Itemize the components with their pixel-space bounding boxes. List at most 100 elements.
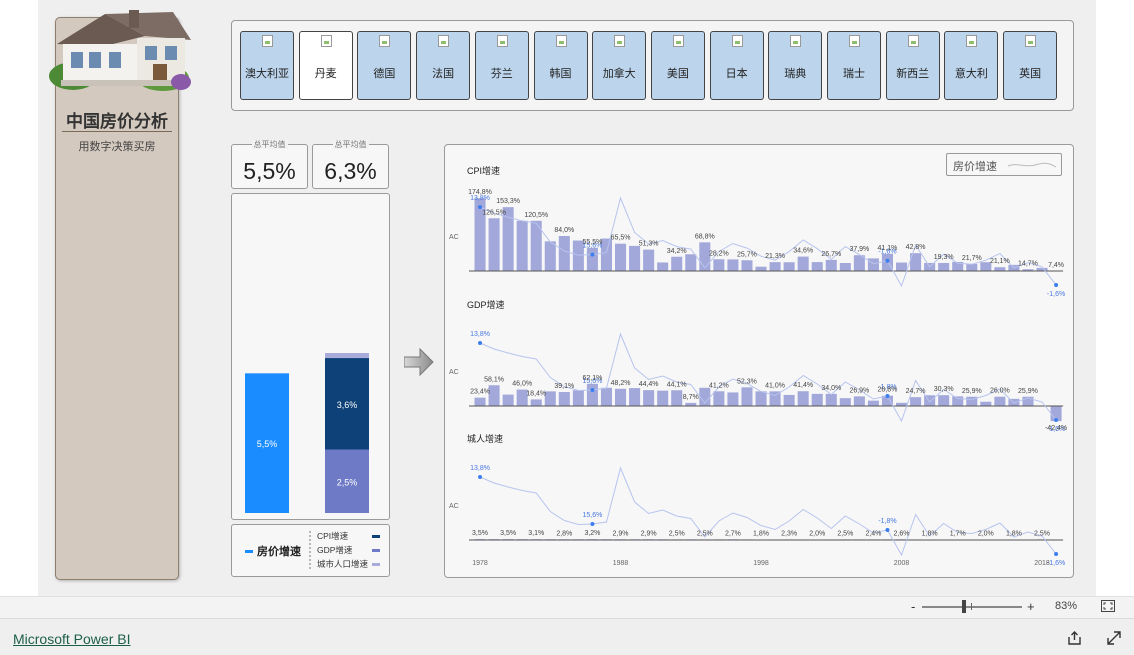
bar[interactable]	[769, 262, 781, 271]
country-button[interactable]: 澳大利亚	[240, 31, 294, 100]
country-button[interactable]: 英国	[1003, 31, 1058, 100]
bar[interactable]	[558, 236, 570, 271]
bar[interactable]	[713, 259, 725, 271]
country-button[interactable]: 法国	[416, 31, 471, 100]
line-point[interactable]	[1054, 418, 1059, 422]
house-price-line-legend[interactable]: 房价增速	[946, 153, 1062, 176]
bar[interactable]	[615, 388, 627, 406]
bar[interactable]	[896, 262, 908, 271]
line-point[interactable]	[478, 475, 483, 479]
bar[interactable]	[839, 263, 851, 271]
bar[interactable]	[600, 238, 612, 272]
bar[interactable]	[994, 267, 1006, 271]
bar[interactable]	[811, 393, 823, 406]
powerbi-link[interactable]: Microsoft Power BI	[13, 631, 130, 647]
country-button[interactable]: 芬兰	[474, 31, 529, 100]
bar[interactable]	[867, 258, 879, 271]
country-label: 法国	[432, 68, 455, 80]
bar[interactable]	[643, 390, 655, 406]
country-button[interactable]: 日本	[709, 31, 764, 100]
bar[interactable]	[980, 401, 992, 406]
share-icon[interactable]	[1066, 629, 1084, 647]
bar-label: 174,8%	[468, 189, 492, 196]
bar[interactable]	[966, 263, 978, 271]
country-label: 韩国	[549, 68, 572, 80]
bar[interactable]	[530, 399, 542, 406]
bar[interactable]	[783, 262, 795, 271]
country-button[interactable]: 韩国	[533, 31, 588, 100]
bar[interactable]	[741, 387, 753, 406]
zoom-in-button[interactable]: +	[1027, 599, 1035, 614]
country-button[interactable]: 瑞典	[768, 31, 823, 100]
expand-icon[interactable]	[1105, 629, 1123, 647]
line-point[interactable]	[590, 252, 595, 257]
bar[interactable]	[713, 391, 725, 406]
bar[interactable]	[572, 390, 584, 406]
bar[interactable]	[797, 391, 809, 406]
country-button[interactable]: 美国	[650, 31, 705, 100]
bar[interactable]	[811, 262, 823, 271]
country-button[interactable]: 丹麦	[298, 31, 353, 100]
line-point[interactable]	[885, 394, 890, 398]
bar[interactable]	[657, 390, 669, 406]
bar[interactable]	[600, 387, 612, 406]
country-button[interactable]: 新西兰	[885, 31, 940, 100]
fit-to-page-icon[interactable]	[1101, 600, 1115, 612]
zoom-out-button[interactable]: -	[911, 599, 915, 614]
bar[interactable]	[994, 396, 1006, 406]
bar[interactable]	[544, 391, 556, 406]
zoom-slider[interactable]	[922, 606, 1022, 608]
country-button[interactable]: 加拿大	[592, 31, 647, 100]
bar[interactable]	[685, 254, 697, 271]
kpi-card-house-price: 总平均值 5,5%	[231, 140, 308, 189]
bar[interactable]	[755, 391, 767, 406]
broken-image-icon	[1025, 35, 1037, 47]
line-point[interactable]	[885, 258, 890, 263]
bar[interactable]	[657, 262, 669, 271]
bar[interactable]	[615, 243, 627, 271]
bar[interactable]	[643, 249, 655, 271]
bar[interactable]	[629, 245, 641, 271]
bar[interactable]	[516, 220, 528, 271]
bar[interactable]	[755, 266, 767, 271]
bar[interactable]	[741, 260, 753, 271]
country-button[interactable]: 意大利	[944, 31, 999, 100]
bar[interactable]	[629, 388, 641, 406]
bar[interactable]	[544, 241, 556, 271]
line-point[interactable]	[885, 528, 890, 532]
line-point[interactable]	[1054, 552, 1059, 556]
bar[interactable]	[671, 390, 683, 406]
zoom-slider-thumb[interactable]	[962, 600, 966, 613]
bar-segment-urban[interactable]	[325, 353, 369, 359]
bar[interactable]	[867, 400, 879, 406]
bar[interactable]	[853, 396, 865, 406]
bar[interactable]	[727, 259, 739, 271]
bar[interactable]	[474, 397, 486, 406]
bar[interactable]	[586, 383, 598, 406]
bar[interactable]	[938, 262, 950, 271]
bar[interactable]	[839, 398, 851, 406]
country-button[interactable]: 德国	[357, 31, 412, 100]
bar[interactable]	[910, 397, 922, 406]
line-point[interactable]	[1054, 282, 1059, 287]
line-point[interactable]	[590, 388, 595, 392]
country-button[interactable]: 瑞士	[827, 31, 881, 100]
bar[interactable]	[586, 247, 598, 271]
bar[interactable]	[727, 392, 739, 406]
bar[interactable]	[671, 256, 683, 271]
bar[interactable]	[938, 395, 950, 406]
bar[interactable]	[558, 392, 570, 406]
bar[interactable]	[797, 256, 809, 271]
bar[interactable]	[488, 218, 500, 271]
kpi-value: 5,5%	[243, 158, 296, 184]
bar[interactable]	[783, 394, 795, 406]
line-point[interactable]	[478, 341, 483, 345]
bar-label: 21,7%	[962, 255, 982, 262]
bar[interactable]	[952, 396, 964, 406]
bar-label: 55,5%	[582, 239, 602, 246]
bar[interactable]	[825, 393, 837, 406]
bar[interactable]	[825, 259, 837, 271]
bar[interactable]	[488, 385, 500, 406]
bar[interactable]	[502, 394, 514, 406]
line-point[interactable]	[590, 522, 595, 526]
